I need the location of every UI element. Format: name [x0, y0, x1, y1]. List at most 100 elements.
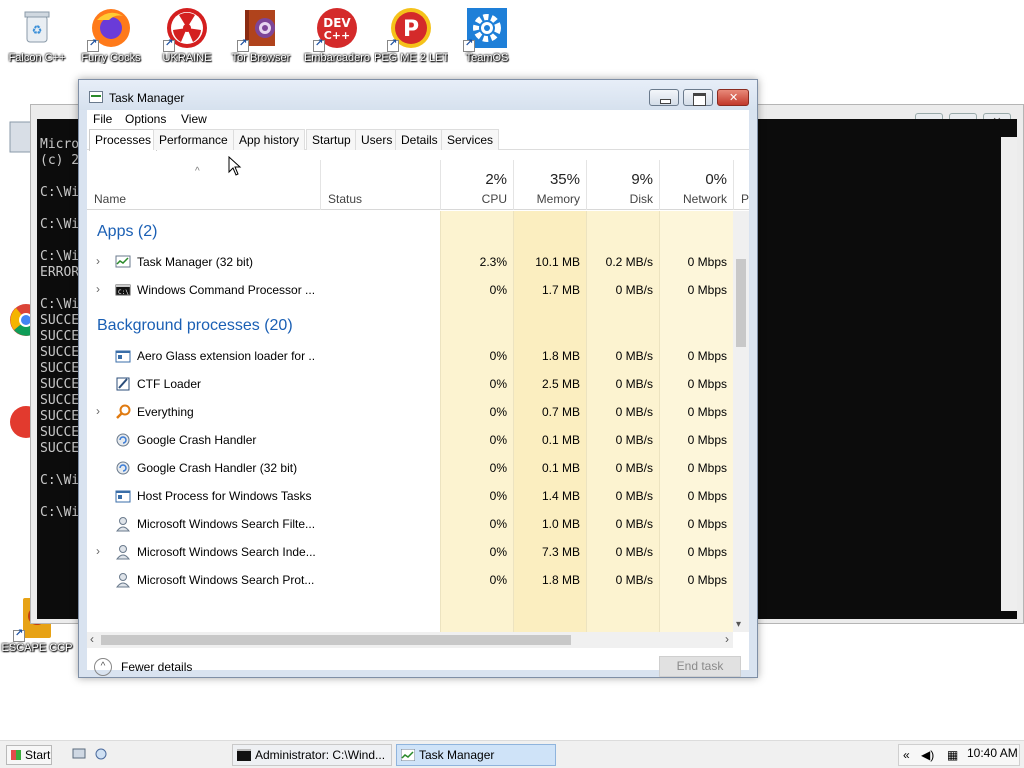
console-line: ERROR	[40, 265, 80, 280]
task-manager-icon	[115, 255, 131, 268]
expand-chevron-icon[interactable]: ›	[96, 544, 100, 558]
column-header-disk[interactable]: 9% Disk	[586, 160, 659, 210]
scroll-right-icon[interactable]: ›	[725, 632, 729, 646]
process-row[interactable]: › C:\ Windows Command Processor ... 0% 1…	[87, 276, 733, 304]
process-memory: 1.8 MB	[541, 573, 580, 587]
process-row[interactable]: Google Crash Handler (32 bit) 0% 0.1 MB …	[87, 454, 733, 482]
horizontal-scroll-thumb[interactable]	[101, 635, 571, 645]
menu-file[interactable]: File	[93, 112, 112, 126]
firefox-icon	[87, 6, 133, 52]
process-row[interactable]: CTF Loader 0% 2.5 MB 0 MB/s 0 Mbps	[87, 370, 733, 398]
taskbar-console-button[interactable]: Administrator: C:\Wind...	[232, 744, 392, 766]
process-name: CTF Loader	[137, 377, 202, 391]
task-manager-icon	[401, 749, 415, 761]
expand-chevron-icon[interactable]: ›	[96, 404, 100, 418]
process-name: Microsoft Windows Search Filte...	[137, 517, 315, 531]
network-icon[interactable]: ▦	[947, 748, 958, 762]
process-disk: 0 MB/s	[615, 405, 653, 419]
console-line: C:\Wi	[40, 217, 80, 232]
column-header-cpu[interactable]: 2% CPU	[440, 160, 513, 210]
tab-details[interactable]: Details	[395, 129, 444, 150]
network-total: 0%	[705, 171, 727, 188]
vertical-scroll-thumb[interactable]	[736, 259, 746, 347]
column-header-power[interactable]: P	[733, 160, 749, 210]
close-button[interactable]	[717, 89, 749, 106]
process-disk: 0 MB/s	[615, 545, 653, 559]
scroll-down-icon[interactable]: ▾	[736, 619, 741, 630]
tab-app-history[interactable]: App history	[233, 129, 306, 150]
clock[interactable]: 10:40 AM	[967, 746, 1018, 760]
console-scrollbar[interactable]	[1001, 137, 1017, 611]
column-header-status[interactable]: Status	[320, 160, 440, 210]
tab-performance[interactable]: Performance	[153, 129, 234, 150]
start-button[interactable]: Start	[6, 745, 52, 765]
column-label: Memory	[536, 192, 580, 206]
minimize-button[interactable]	[649, 89, 679, 106]
desktop-icon-embarcadero[interactable]: DEVC++ Embarcadero	[300, 6, 374, 64]
desktop-icon-tor-browser[interactable]: Tor Browser	[224, 6, 298, 64]
search-user-icon	[115, 545, 131, 560]
process-network: 0 Mbps	[687, 283, 727, 297]
column-header-network[interactable]: 0% Network	[659, 160, 733, 210]
group-header-background: Background processes (20)	[97, 317, 293, 334]
tab-strip: Processes Performance App history Startu…	[87, 128, 749, 151]
column-header-name[interactable]: ^ Name	[87, 160, 320, 210]
console-line: C:\Wi	[40, 249, 80, 264]
process-disk: 0 MB/s	[615, 489, 653, 503]
volume-icon[interactable]: ◀)	[921, 748, 934, 762]
process-cpu: 0%	[489, 283, 507, 297]
tab-startup[interactable]: Startup	[306, 129, 357, 150]
end-task-button[interactable]: End task	[659, 656, 741, 677]
process-row[interactable]: Host Process for Windows Tasks 0% 1.4 MB…	[87, 482, 733, 510]
taskbar-task-manager-button[interactable]: Task Manager	[396, 744, 556, 766]
horizontal-scrollbar[interactable]: ‹ ›	[87, 632, 733, 648]
desktop-icon-label: Tor Browser	[231, 52, 291, 64]
process-row[interactable]: Microsoft Windows Search Filte... 0% 1.0…	[87, 510, 733, 538]
column-header-memory[interactable]: 35% Memory	[513, 160, 586, 210]
process-row[interactable]: Aero Glass extension loader for ... 0% 1…	[87, 342, 733, 370]
expand-chevron-icon[interactable]: ›	[96, 254, 100, 268]
desktop-icon-falcon[interactable]: ♻ Falcon C++	[0, 6, 74, 64]
process-memory: 2.5 MB	[541, 377, 580, 391]
tab-processes[interactable]: Processes	[89, 129, 158, 151]
scroll-left-icon[interactable]: ‹	[90, 632, 94, 646]
tab-services[interactable]: Services	[441, 129, 500, 150]
desktop-icon-label: Furry Cocks	[81, 52, 141, 64]
console-line: SUCCE	[40, 313, 80, 328]
process-name: Everything	[137, 405, 194, 419]
shortcut-arrow-icon	[163, 38, 175, 52]
process-row[interactable]: › Everything 0% 0.7 MB 0 MB/s 0 Mbps	[87, 398, 733, 426]
desktop-icon-ukraine[interactable]: UKRAINE	[150, 6, 224, 64]
tor-browser-icon	[237, 6, 283, 52]
process-row[interactable]: Microsoft Windows Search Prot... 0% 1.8 …	[87, 566, 733, 594]
menu-view[interactable]: View	[181, 112, 207, 126]
memory-total: 35%	[549, 171, 580, 188]
window-icon	[115, 490, 131, 503]
fewer-details-link[interactable]: Fewer details	[121, 660, 192, 674]
desktop-icon-furry-cocks[interactable]: Furry Cocks	[74, 6, 148, 64]
google-update-icon	[116, 433, 130, 447]
ctf-loader-icon	[116, 377, 130, 391]
process-row[interactable]: Google Crash Handler 0% 0.1 MB 0 MB/s 0 …	[87, 426, 733, 454]
task-manager-window[interactable]: Task Manager File Options View Processes…	[78, 79, 758, 678]
collapse-chevron-icon[interactable]: ^	[94, 658, 112, 676]
console-line: C:\Wi	[40, 185, 80, 200]
desktop-icon-teamos[interactable]: TeamOS	[450, 6, 524, 64]
process-row[interactable]: › Microsoft Windows Search Inde... 0% 7.…	[87, 538, 733, 566]
process-row[interactable]: › Task Manager (32 bit) 2.3% 10.1 MB 0.2…	[87, 248, 733, 276]
process-name: Google Crash Handler (32 bit)	[137, 461, 298, 475]
explorer-icon[interactable]	[94, 747, 108, 761]
task-manager-titlebar[interactable]: Task Manager	[79, 80, 757, 110]
expand-chevron-icon[interactable]: ›	[96, 282, 100, 296]
show-hidden-icons-chevron-icon[interactable]: «	[903, 748, 910, 762]
maximize-button[interactable]	[683, 89, 713, 106]
shortcut-arrow-icon	[387, 38, 399, 52]
tab-users[interactable]: Users	[355, 129, 399, 150]
vertical-scrollbar[interactable]: ▾	[733, 211, 749, 632]
process-network: 0 Mbps	[687, 349, 727, 363]
menu-options[interactable]: Options	[125, 112, 166, 126]
desktop-icon-peg-me[interactable]: P PEG ME 2 LET	[374, 6, 448, 64]
show-desktop-icon[interactable]	[72, 747, 86, 761]
radiation-icon	[163, 6, 209, 52]
process-network: 0 Mbps	[687, 573, 727, 587]
